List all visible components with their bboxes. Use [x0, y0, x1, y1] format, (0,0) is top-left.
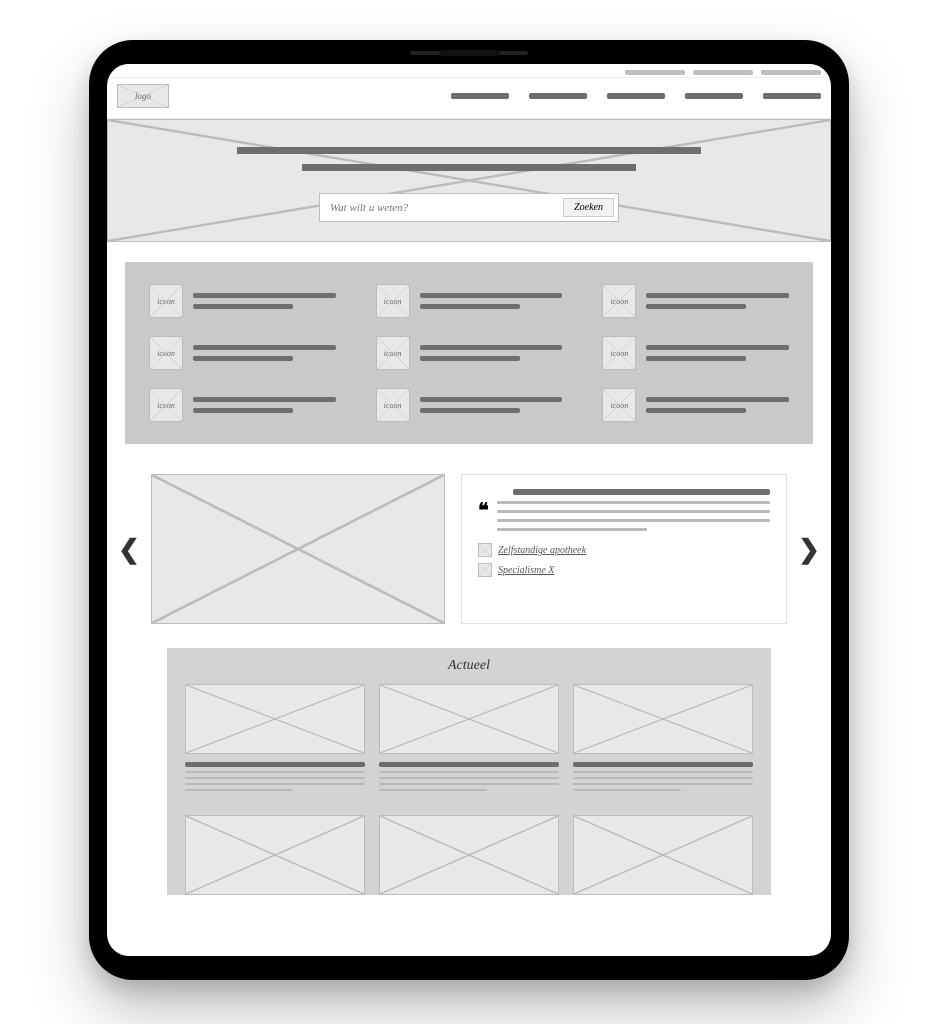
- news-card-image: [573, 815, 753, 895]
- tag-link[interactable]: Specialisme X: [478, 563, 770, 577]
- tile[interactable]: icoon: [376, 336, 563, 370]
- tile-text: [193, 293, 336, 309]
- news-grid: [185, 684, 753, 895]
- hero-content: Zoeken: [107, 119, 831, 242]
- utility-link[interactable]: [693, 70, 753, 75]
- tile-text: [420, 397, 563, 413]
- news-card-body: [573, 754, 753, 801]
- news-heading: Actueel: [185, 658, 753, 674]
- hero-heading-line: [302, 164, 637, 171]
- slide-text: ❝ Zelfstandige apotheek: [461, 474, 787, 624]
- tile[interactable]: icoon: [602, 284, 789, 318]
- tablet-frame: logo Zoeken: [89, 40, 849, 980]
- tile[interactable]: icoon: [149, 388, 336, 422]
- tile-icon-label: icoon: [610, 349, 628, 358]
- tile[interactable]: icoon: [602, 336, 789, 370]
- nav-item[interactable]: [529, 93, 587, 99]
- news-card[interactable]: [379, 815, 559, 895]
- tile-icon-label: icoon: [157, 401, 175, 410]
- tag-label: Zelfstandige apotheek: [498, 545, 586, 556]
- news-section: Actueel: [167, 648, 771, 895]
- search-button[interactable]: Zoeken: [563, 198, 614, 217]
- tile-icon: icoon: [149, 388, 183, 422]
- tile-icon-label: icoon: [384, 349, 402, 358]
- tile-icon-label: icoon: [384, 401, 402, 410]
- screen: logo Zoeken: [107, 64, 831, 956]
- tile[interactable]: icoon: [376, 284, 563, 318]
- carousel-slide: ❝ Zelfstandige apotheek: [151, 474, 787, 624]
- tile-icon: icoon: [149, 336, 183, 370]
- news-card[interactable]: [185, 684, 365, 801]
- news-card-image: [379, 815, 559, 895]
- news-card-image: [185, 815, 365, 895]
- chevron-right-icon: ❯: [798, 534, 820, 565]
- tile-text: [193, 345, 336, 361]
- tile-icon: icoon: [602, 284, 636, 318]
- logo-label: logo: [135, 91, 151, 101]
- slide-tags: Zelfstandige apotheek Specialisme X: [478, 543, 770, 577]
- testimonial-carousel: ❮ ❝: [107, 474, 831, 624]
- tile-icon: icoon: [602, 336, 636, 370]
- tile[interactable]: icoon: [149, 336, 336, 370]
- tile[interactable]: icoon: [149, 284, 336, 318]
- chevron-left-icon: ❮: [118, 534, 140, 565]
- carousel-next-button[interactable]: ❯: [795, 524, 823, 574]
- nav-item[interactable]: [763, 93, 821, 99]
- news-card-image: [573, 684, 753, 754]
- tile-icon-label: icoon: [157, 297, 175, 306]
- tile-icon: icoon: [376, 336, 410, 370]
- tile-grid: icoon icoon icoon icoon icoon: [125, 262, 813, 444]
- utility-link[interactable]: [625, 70, 685, 75]
- tile-icon: icoon: [376, 284, 410, 318]
- nav-item[interactable]: [451, 93, 509, 99]
- news-card-image: [185, 684, 365, 754]
- tile-text: [646, 345, 789, 361]
- news-card[interactable]: [185, 815, 365, 895]
- tile-text: [646, 293, 789, 309]
- quote-icon: ❝: [478, 501, 489, 521]
- carousel-prev-button[interactable]: ❮: [115, 524, 143, 574]
- search-input[interactable]: [324, 198, 563, 217]
- tile-icon-label: icoon: [610, 297, 628, 306]
- tile-icon: icoon: [602, 388, 636, 422]
- slide-heading: [513, 489, 770, 495]
- tile-icon: icoon: [376, 388, 410, 422]
- slide-image: [151, 474, 445, 624]
- tile-text: [420, 293, 563, 309]
- tile-text: [420, 345, 563, 361]
- tile[interactable]: icoon: [376, 388, 563, 422]
- page: logo Zoeken: [107, 64, 831, 956]
- news-card-image: [379, 684, 559, 754]
- utility-link[interactable]: [761, 70, 821, 75]
- slide-body: [497, 501, 770, 531]
- news-card[interactable]: [379, 684, 559, 801]
- tag-link[interactable]: Zelfstandige apotheek: [478, 543, 770, 557]
- nav-item[interactable]: [607, 93, 665, 99]
- news-card[interactable]: [573, 815, 753, 895]
- utility-nav: [107, 64, 831, 78]
- tag-label: Specialisme X: [498, 565, 554, 576]
- nav-item[interactable]: [685, 93, 743, 99]
- tile-text: [193, 397, 336, 413]
- main-nav: logo: [107, 78, 831, 119]
- tag-icon: [478, 543, 492, 557]
- logo[interactable]: logo: [117, 84, 169, 108]
- search-bar: Zoeken: [319, 193, 619, 222]
- tile-icon: icoon: [149, 284, 183, 318]
- news-card-body: [185, 754, 365, 801]
- tile-icon-label: icoon: [610, 401, 628, 410]
- tile-icon-label: icoon: [384, 297, 402, 306]
- tile-icon-label: icoon: [157, 349, 175, 358]
- news-card[interactable]: [573, 684, 753, 801]
- nav-items: [451, 93, 821, 99]
- tile[interactable]: icoon: [602, 388, 789, 422]
- tag-icon: [478, 563, 492, 577]
- hero-heading-line: [237, 147, 701, 154]
- news-card-body: [379, 754, 559, 801]
- hero: Zoeken: [107, 119, 831, 242]
- tile-text: [646, 397, 789, 413]
